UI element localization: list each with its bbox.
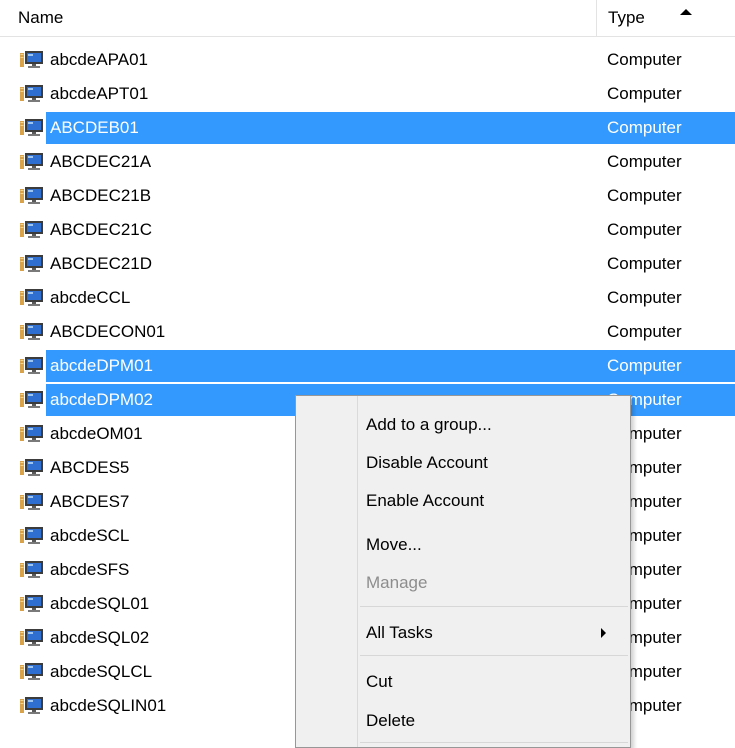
- menu-item-label: Enable Account: [366, 491, 485, 510]
- list-header: Name Type: [0, 0, 735, 37]
- menu-item-enable-account[interactable]: Enable Account: [296, 483, 630, 519]
- context-menu: Add to a group... Disable Account Enable…: [295, 395, 631, 748]
- menu-item-label: Manage: [366, 573, 428, 592]
- computer-name: abcdeDPM02: [50, 390, 154, 409]
- object-type: Computer: [607, 186, 682, 205]
- computer-icon: [20, 526, 44, 546]
- object-type: Computer: [607, 152, 682, 171]
- computer-name: ABCDEC21B: [50, 186, 152, 205]
- menu-separator: [360, 606, 628, 607]
- object-type: Computer: [607, 356, 682, 375]
- computer-name: abcdeSFS: [50, 560, 130, 579]
- computer-icon: [20, 118, 44, 138]
- list-item[interactable]: ABCDEC21C Computer: [0, 213, 735, 247]
- menu-item-label: Move...: [366, 535, 422, 554]
- menu-item-cut[interactable]: Cut: [296, 664, 630, 700]
- computer-icon: [20, 594, 44, 614]
- computer-icon: [20, 220, 44, 240]
- computer-icon: [20, 696, 44, 716]
- computer-name: abcdeOM01: [50, 424, 143, 443]
- menu-item-add-to-group[interactable]: Add to a group...: [296, 407, 630, 443]
- computer-name: abcdeSQLIN01: [50, 696, 167, 715]
- menu-item-move[interactable]: Move...: [296, 527, 630, 563]
- menu-item-label: Disable Account: [366, 453, 488, 472]
- computer-icon: [20, 186, 44, 206]
- computer-name: abcdeAPA01: [50, 50, 148, 69]
- computer-icon: [20, 152, 44, 172]
- computer-icon: [20, 458, 44, 478]
- object-type: Computer: [607, 84, 682, 103]
- computer-name: ABCDEB01: [50, 118, 139, 137]
- list-item[interactable]: ABCDEC21D Computer: [0, 247, 735, 281]
- menu-item-all-tasks[interactable]: All Tasks: [296, 615, 630, 651]
- list-item[interactable]: ABCDEC21B Computer: [0, 179, 735, 213]
- list-item[interactable]: abcdeDPM01 Computer: [0, 349, 735, 383]
- list-item[interactable]: abcdeAPA01 Computer: [0, 43, 735, 77]
- column-header-name[interactable]: Name: [0, 0, 596, 36]
- object-type: Computer: [607, 254, 682, 273]
- computer-name: ABCDECON01: [50, 322, 166, 341]
- computer-name: abcdeAPT01: [50, 84, 149, 103]
- computer-name: ABCDES5: [50, 458, 130, 477]
- object-type: Computer: [607, 50, 682, 69]
- menu-item-label: All Tasks: [366, 623, 433, 642]
- submenu-arrow-icon: [601, 628, 606, 638]
- computer-icon: [20, 390, 44, 410]
- sort-ascending-icon: [680, 9, 692, 15]
- computer-name: abcdeCCL: [50, 288, 131, 307]
- computer-name: ABCDEC21A: [50, 152, 152, 171]
- menu-separator: [360, 655, 628, 656]
- list-item[interactable]: abcdeAPT01 Computer: [0, 77, 735, 111]
- object-type: Computer: [607, 220, 682, 239]
- computer-icon: [20, 560, 44, 580]
- list-item[interactable]: ABCDEC21A Computer: [0, 145, 735, 179]
- computer-icon: [20, 492, 44, 512]
- computer-name: abcdeSCL: [50, 526, 130, 545]
- list-item[interactable]: abcdeCCL Computer: [0, 281, 735, 315]
- computer-icon: [20, 662, 44, 682]
- computer-icon: [20, 288, 44, 308]
- computer-icon: [20, 254, 44, 274]
- menu-item-label: Delete: [366, 711, 416, 730]
- menu-item-delete[interactable]: Delete: [296, 703, 630, 739]
- menu-item-manage: Manage: [296, 565, 630, 601]
- computer-name: ABCDEC21C: [50, 220, 153, 239]
- computer-icon: [20, 84, 44, 104]
- computer-name: abcdeDPM01: [50, 356, 154, 375]
- object-type: Computer: [607, 322, 682, 341]
- ad-computer-list-window: Name Type abcdeAPA01 Computer abcdeAPT01 Co…: [0, 0, 735, 748]
- object-type: Computer: [607, 118, 682, 137]
- object-type: Computer: [607, 288, 682, 307]
- computer-icon: [20, 424, 44, 444]
- menu-item-disable-account[interactable]: Disable Account: [296, 445, 630, 481]
- computer-name: ABCDEC21D: [50, 254, 153, 273]
- computer-name: abcdeSQL01: [50, 594, 150, 613]
- list-item[interactable]: ABCDEB01 Computer: [0, 111, 735, 145]
- computer-name: abcdeSQL02: [50, 628, 150, 647]
- menu-separator: [360, 742, 628, 743]
- computer-icon: [20, 322, 44, 342]
- list-item[interactable]: ABCDECON01 Computer: [0, 315, 735, 349]
- computer-icon: [20, 356, 44, 376]
- computer-icon: [20, 50, 44, 70]
- menu-item-label: Cut: [366, 672, 393, 691]
- computer-name: abcdeSQLCL: [50, 662, 153, 681]
- computer-name: ABCDES7: [50, 492, 130, 511]
- computer-icon: [20, 628, 44, 648]
- menu-item-label: Add to a group...: [366, 415, 492, 434]
- column-header-type[interactable]: Type: [596, 0, 735, 36]
